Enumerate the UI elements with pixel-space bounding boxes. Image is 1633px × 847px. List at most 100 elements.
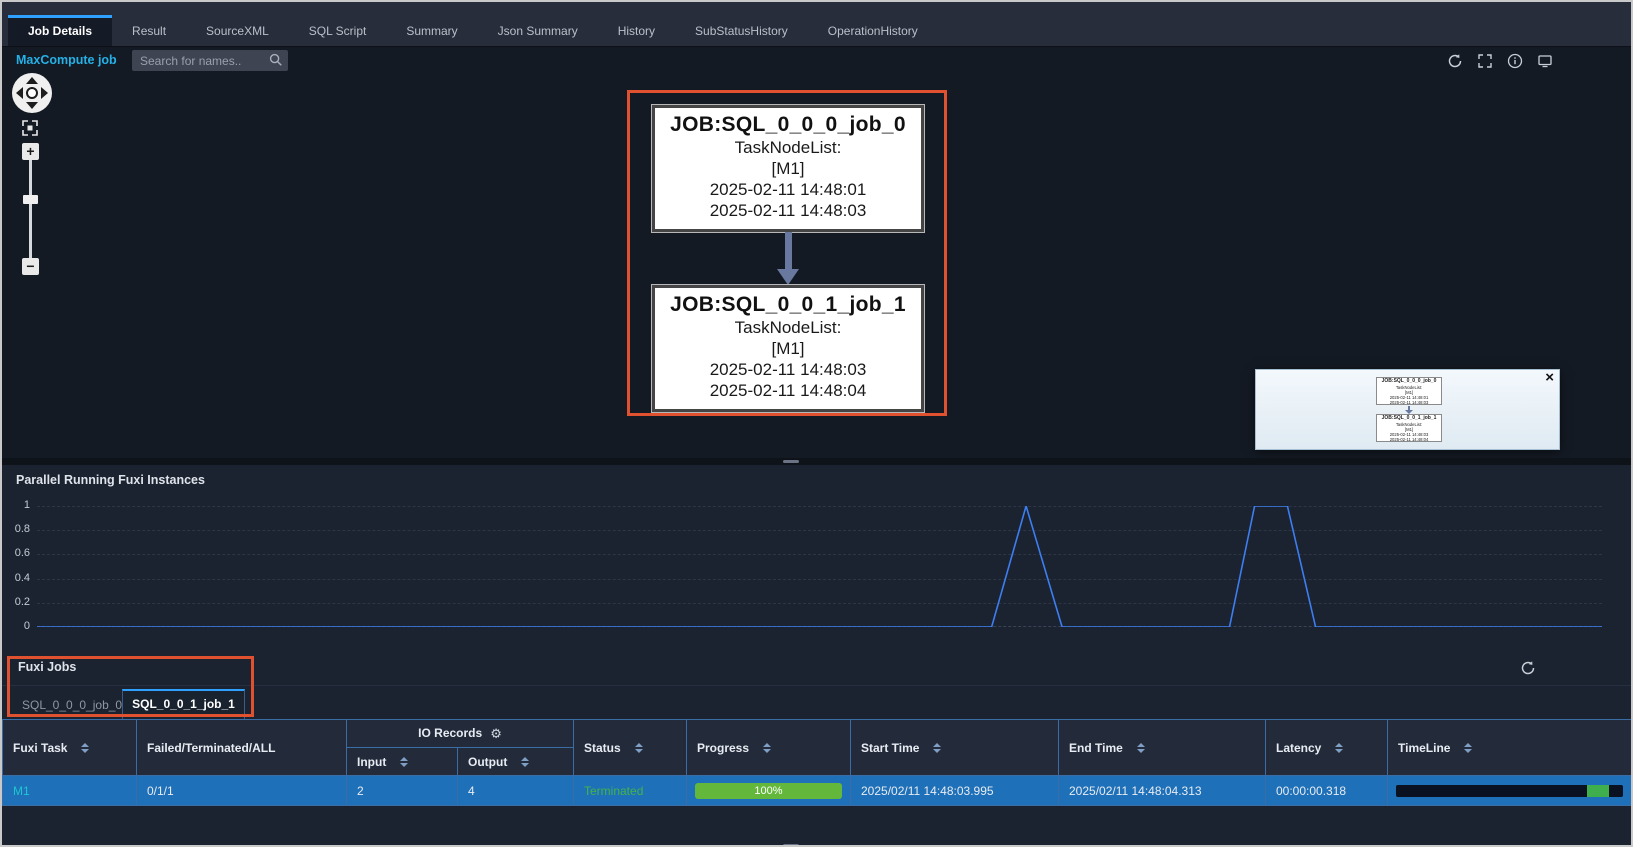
col-header-end-time[interactable]: End Time: [1059, 720, 1266, 776]
sort-icon[interactable]: [635, 743, 643, 753]
col-header-timeline[interactable]: TimeLine: [1388, 720, 1633, 776]
dag-minimap[interactable]: JOB:SQL_0_0_0_job_0 TaskNodeList: [M1] 2…: [1255, 369, 1560, 450]
search-input[interactable]: [132, 50, 288, 71]
zoom-slider-track[interactable]: [29, 160, 32, 258]
tab-summary[interactable]: Summary: [386, 16, 477, 46]
logview-app: Job Details Result SourceXML SQL Script …: [0, 0, 1633, 847]
fuxi-jobs-header: Fuxi Jobs: [2, 650, 1631, 686]
pan-control[interactable]: [12, 73, 52, 113]
dag-node-title: JOB:SQL_0_0_1_job_1: [655, 292, 921, 317]
cell-timeline: [1388, 776, 1633, 806]
parallel-instances-chart-panel: Parallel Running Fuxi Instances 1 0.8 0.…: [2, 465, 1631, 650]
timeline-active-segment: [1587, 785, 1610, 797]
cell-input: 2: [347, 776, 458, 806]
cell-end-time: 2025/02/11 14:48:04.313: [1059, 776, 1266, 806]
tab-result[interactable]: Result: [112, 16, 186, 46]
tab-history[interactable]: History: [598, 16, 675, 46]
dag-node-tasks: [M1]: [655, 338, 921, 359]
col-header-label: Progress: [697, 741, 749, 755]
dag-node-tasks: [M1]: [655, 158, 921, 179]
dag-edge: [785, 232, 792, 269]
dag-node-end-time: 2025-02-11 14:48:04: [655, 380, 921, 401]
sort-icon[interactable]: [1137, 743, 1145, 753]
minimap-node-job1: JOB:SQL_0_0_1_job_1 TaskNodeList: [M1] 2…: [1376, 414, 1442, 442]
tab-json-summary[interactable]: Json Summary: [478, 16, 598, 46]
dag-node-start-time: 2025-02-11 14:48:03: [655, 359, 921, 380]
job-type-label: MaxCompute job: [16, 53, 117, 67]
col-header-io-records[interactable]: IO Records ⚙: [347, 720, 574, 748]
tab-sql-script[interactable]: SQL Script: [289, 16, 387, 46]
tab-operationhistory[interactable]: OperationHistory: [808, 16, 938, 46]
chart-plot-area: [37, 506, 1602, 627]
y-tick-label: 0.2: [2, 596, 30, 610]
info-icon[interactable]: [1507, 53, 1523, 69]
col-header-label: Status: [584, 741, 621, 755]
fuxi-task-table: Fuxi Task Failed/Terminated/ALL IO Recor…: [2, 719, 1633, 806]
table-row[interactable]: M1 0/1/1 2 4 Terminated 100% 2025/02/11 …: [3, 776, 1633, 806]
tab-sourcexml[interactable]: SourceXML: [186, 16, 289, 46]
splitter-grip[interactable]: [783, 460, 799, 463]
chart-title: Parallel Running Fuxi Instances: [16, 473, 205, 487]
fit-to-screen-icon[interactable]: [21, 119, 39, 142]
col-header-label: Output: [468, 755, 507, 769]
col-header-label: Input: [357, 755, 386, 769]
y-tick-label: 0.8: [2, 523, 30, 537]
fuxi-job-tab-0[interactable]: SQL_0_0_0_job_0: [16, 694, 128, 716]
sort-icon[interactable]: [400, 757, 408, 767]
pan-right-icon[interactable]: [41, 87, 48, 99]
sort-icon[interactable]: [933, 743, 941, 753]
col-header-label: Failed/Terminated/ALL: [147, 741, 275, 755]
search-box: [132, 50, 288, 71]
dag-node-job1[interactable]: JOB:SQL_0_0_1_job_1 TaskNodeList: [M1] 2…: [652, 285, 924, 412]
col-header-label: TimeLine: [1398, 741, 1450, 755]
col-header-label: Fuxi Task: [13, 741, 67, 755]
col-header-output[interactable]: Output: [458, 748, 574, 776]
close-icon[interactable]: ×: [1545, 369, 1554, 386]
sort-icon[interactable]: [81, 743, 89, 753]
col-header-latency[interactable]: Latency: [1266, 720, 1388, 776]
sort-icon[interactable]: [1464, 743, 1472, 753]
pan-center-icon[interactable]: [26, 87, 38, 99]
sort-icon[interactable]: [521, 757, 529, 767]
minimap-node-line: 2025-02-11 14:48:03: [1377, 400, 1441, 405]
col-header-input[interactable]: Input: [347, 748, 458, 776]
refresh-icon[interactable]: [1447, 53, 1463, 69]
col-header-failed-terminated-all[interactable]: Failed/Terminated/ALL: [137, 720, 347, 776]
y-tick-label: 0: [2, 620, 30, 634]
pan-up-icon[interactable]: [26, 77, 38, 84]
progress-bar: 100%: [695, 783, 842, 799]
col-header-start-time[interactable]: Start Time: [851, 720, 1059, 776]
col-header-label: Latency: [1276, 741, 1321, 755]
dag-graph-panel: MaxCompute job + − JOB:SQL_0_0_0_: [2, 47, 1631, 458]
dag-node-title: JOB:SQL_0_0_0_job_0: [655, 112, 921, 137]
console-icon[interactable]: [1537, 53, 1553, 69]
y-tick-label: 0.4: [2, 572, 30, 586]
zoom-out-button[interactable]: −: [22, 258, 39, 275]
dag-edge-arrowhead-icon: [777, 269, 799, 285]
refresh-icon[interactable]: [1520, 660, 1536, 676]
col-header-progress[interactable]: Progress: [687, 720, 851, 776]
tab-substatushistory[interactable]: SubStatusHistory: [675, 16, 808, 46]
col-header-label: IO Records: [418, 726, 482, 740]
pan-left-icon[interactable]: [16, 87, 23, 99]
pan-down-icon[interactable]: [26, 102, 38, 109]
minimap-node-title: JOB:SQL_0_0_1_job_1: [1377, 416, 1441, 422]
chart-line: [37, 506, 1602, 627]
sort-icon[interactable]: [763, 743, 771, 753]
zoom-slider-handle[interactable]: [23, 195, 38, 204]
col-header-fuxi-task[interactable]: Fuxi Task: [3, 720, 137, 776]
cell-status: Terminated: [574, 776, 687, 806]
fuxi-job-tab-1[interactable]: SQL_0_0_1_job_1: [122, 689, 245, 719]
col-header-label: End Time: [1069, 741, 1123, 755]
zoom-in-button[interactable]: +: [22, 143, 39, 160]
sort-icon[interactable]: [1335, 743, 1343, 753]
dag-node-subtitle: TaskNodeList:: [655, 317, 921, 338]
col-header-status[interactable]: Status: [574, 720, 687, 776]
horizontal-splitter: [2, 458, 1631, 465]
gear-icon[interactable]: ⚙: [490, 726, 502, 741]
dag-node-job0[interactable]: JOB:SQL_0_0_0_job_0 TaskNodeList: [M1] 2…: [652, 105, 924, 232]
y-tick-label: 1: [2, 499, 30, 513]
cell-latency: 00:00:00.318: [1266, 776, 1388, 806]
tab-job-details[interactable]: Job Details: [8, 15, 112, 46]
fullscreen-icon[interactable]: [1477, 53, 1493, 69]
